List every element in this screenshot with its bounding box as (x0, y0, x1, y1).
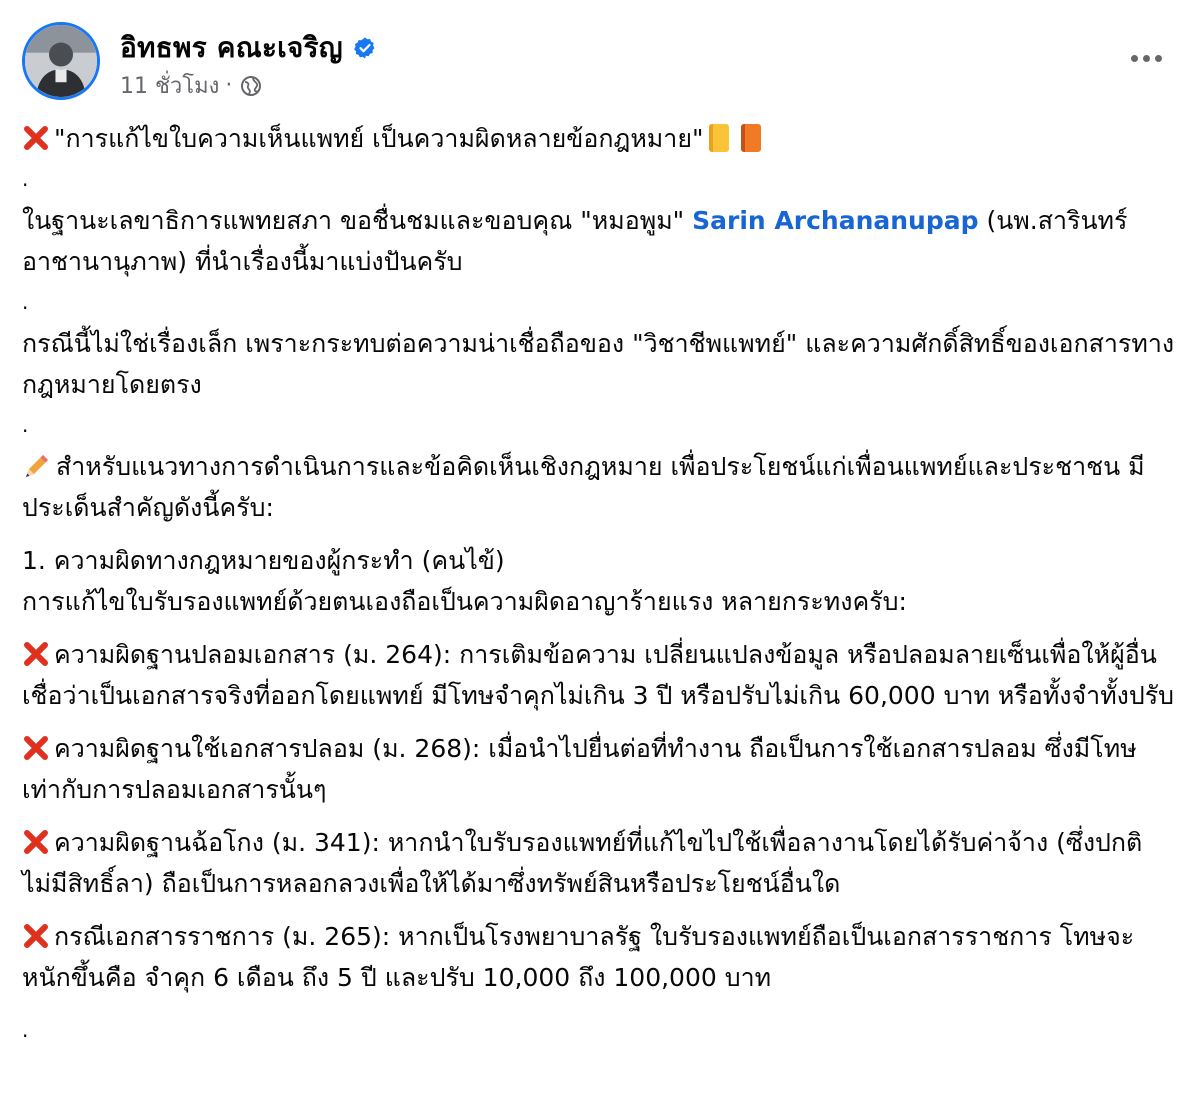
author-avatar[interactable] (22, 22, 100, 100)
separator-dot: . (22, 1018, 29, 1042)
list-item-text: ความผิดฐานปลอมเอกสาร (ม. 264): การเติมข้… (22, 640, 1175, 710)
list-item: กรณีเอกสารราชการ (ม. 265): หากเป็นโรงพยา… (22, 916, 1182, 998)
post-meta: 11 ชั่วโมง · (120, 68, 262, 103)
section-1-title: 1. ความผิดทางกฎหมายของผู้กระทำ (คนไข้) (22, 546, 505, 575)
list-item: ความผิดฐานฉ้อโกง (ม. 341): หากนำใบรับรอง… (22, 822, 1182, 904)
verified-badge-icon (353, 36, 377, 60)
facebook-post: อิทธพร คณะเจริญ 11 ชั่วโมง · "การแก้ไขใบ… (0, 0, 1200, 1098)
author-name[interactable]: อิทธพร คณะเจริญ (120, 26, 343, 70)
paragraph-thanks: ในฐานะเลขาธิการแพทยสภา ขอชื่นชมและขอบคุณ… (22, 200, 1182, 282)
guidance-text: สำหรับแนวทางการดำเนินการและข้อคิดเห็นเชิ… (22, 452, 1145, 522)
list-item-text: กรณีเอกสารราชการ (ม. 265): หากเป็นโรงพยา… (22, 922, 1135, 992)
post-header: อิทธพร คณะเจริญ 11 ชั่วโมง · (22, 18, 1178, 104)
globe-icon[interactable] (240, 75, 262, 97)
cross-mark-icon (22, 733, 50, 761)
post-headline: "การแก้ไขใบความเห็นแพทย์ เป็นความผิดหลาย… (22, 118, 1182, 159)
paragraph-guidance: สำหรับแนวทางการดำเนินการและข้อคิดเห็นเชิ… (22, 446, 1182, 528)
paragraph-thanks-before: ในฐานะเลขาธิการแพทยสภา ขอชื่นชมและขอบคุณ… (22, 206, 693, 235)
post-body: "การแก้ไขใบความเห็นแพทย์ เป็นความผิดหลาย… (22, 118, 1182, 1051)
cross-mark-icon (22, 123, 50, 151)
list-item: ความผิดฐานปลอมเอกสาร (ม. 264): การเติมข้… (22, 634, 1182, 716)
post-timestamp[interactable]: 11 ชั่วโมง (120, 68, 219, 103)
list-item: ความผิดฐานใช้เอกสารปลอม (ม. 268): เมื่อน… (22, 728, 1182, 810)
headline-text: "การแก้ไขใบความเห็นแพทย์ เป็นความผิดหลาย… (54, 124, 704, 153)
pencil-icon (22, 451, 52, 481)
more-options-icon[interactable] (1122, 42, 1170, 74)
cross-mark-icon (22, 639, 50, 667)
meta-separator: · (225, 73, 233, 98)
list-item-text: ความผิดฐานฉ้อโกง (ม. 341): หากนำใบรับรอง… (22, 828, 1143, 898)
separator-dot: . (22, 290, 29, 314)
yellow-book-icon (709, 124, 730, 152)
separator-dot: . (22, 413, 29, 437)
cross-mark-icon (22, 921, 50, 949)
separator-dot: . (22, 167, 29, 191)
section-1-intro: การแก้ไขใบรับรองแพทย์ด้วยตนเองถือเป็นควา… (22, 587, 907, 616)
avatar-photo (25, 25, 97, 97)
cross-mark-icon (22, 827, 50, 855)
paragraph-importance: กรณีนี้ไม่ใช่เรื่องเล็ก เพราะกระทบต่อควา… (22, 329, 1175, 399)
list-item-text: ความผิดฐานใช้เอกสารปลอม (ม. 268): เมื่อน… (22, 734, 1137, 804)
mention-link[interactable]: Sarin Archananupap (692, 206, 978, 235)
author-row: อิทธพร คณะเจริญ (120, 26, 377, 70)
orange-book-icon (741, 124, 762, 152)
